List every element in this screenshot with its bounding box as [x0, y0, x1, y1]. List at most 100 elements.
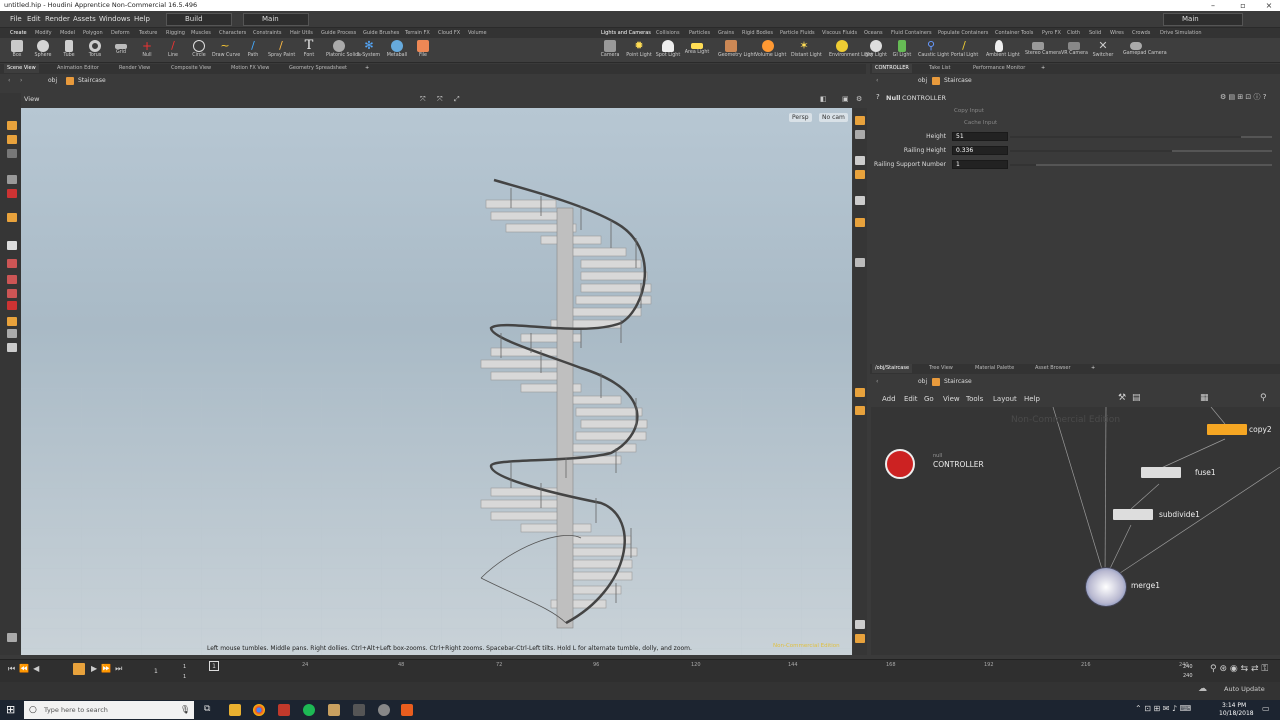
- shelf-tab[interactable]: Viscous Fluids: [822, 28, 857, 38]
- menu-view[interactable]: View: [943, 395, 960, 403]
- shelf-tab[interactable]: Particles: [689, 28, 710, 38]
- railing-support-slider[interactable]: [1010, 164, 1272, 166]
- tool-sky-light[interactable]: Sky Light: [863, 38, 889, 63]
- shade-icon[interactable]: [855, 170, 865, 179]
- shelf-tab[interactable]: Pyro FX: [1042, 28, 1061, 38]
- key-tools-icons[interactable]: ⚲ ⊛ ◉ ⇆ ⇄ ⚿: [1210, 664, 1268, 674]
- light-icon[interactable]: [855, 156, 865, 165]
- wire-icon[interactable]: [855, 218, 865, 227]
- shelf-tab[interactable]: Solid: [1089, 28, 1101, 38]
- tab-geometry-spreadsheet[interactable]: Geometry Spreadsheet: [286, 64, 351, 73]
- clock-time[interactable]: 3:14 PM: [1222, 702, 1246, 709]
- tool-sphere[interactable]: Sphere: [30, 38, 56, 63]
- view-tool-icon[interactable]: [7, 213, 17, 222]
- camera-menu[interactable]: No cam: [819, 113, 848, 122]
- tab-composite-view[interactable]: Composite View: [168, 64, 215, 73]
- tool-tube[interactable]: Tube: [56, 38, 82, 63]
- grid-view-icon[interactable]: ▦: [1200, 393, 1209, 403]
- tool-gi-light[interactable]: GI Light: [889, 38, 915, 63]
- tool-line[interactable]: / Line: [160, 38, 186, 63]
- vis-icon[interactable]: [855, 406, 865, 415]
- magnet2-tool-icon[interactable]: [7, 289, 17, 298]
- shelf-tab[interactable]: Volume: [468, 28, 487, 38]
- snap2-icon[interactable]: ⤧: [437, 95, 443, 104]
- tool-metaball[interactable]: Metaball: [384, 38, 410, 63]
- cache-input-checkbox[interactable]: Cache Input: [964, 120, 997, 126]
- shelf-tab[interactable]: Cloud FX: [438, 28, 460, 38]
- menu-help[interactable]: Help: [1024, 395, 1040, 403]
- shelf-tab[interactable]: Texture: [139, 28, 157, 38]
- tool-font[interactable]: T Font: [296, 38, 322, 63]
- path-obj[interactable]: obj: [48, 75, 57, 87]
- shelf-tab[interactable]: Collisions: [656, 28, 680, 38]
- frame-field[interactable]: 1: [154, 668, 158, 675]
- tool-switcher[interactable]: ✕ Switcher: [1090, 38, 1116, 63]
- microphone-icon[interactable]: 🎙: [180, 701, 190, 719]
- tray-icons[interactable]: ⌃ ⊡ ⊞ ✉ ♪ ⌨: [1135, 704, 1191, 713]
- tool-box[interactable]: Box: [4, 38, 30, 63]
- tab-scene-view[interactable]: Scene View: [4, 64, 39, 73]
- shelf-tab[interactable]: Rigid Bodies: [742, 28, 773, 38]
- sculpt-tool-icon[interactable]: [7, 317, 17, 326]
- menu-file[interactable]: File: [10, 11, 22, 28]
- shelf-tab[interactable]: Deform: [111, 28, 130, 38]
- lasso-tool-icon[interactable]: [7, 329, 17, 338]
- tool-distant-light[interactable]: ✶ Distant Light: [791, 38, 822, 63]
- tab-performance-monitor[interactable]: Performance Monitor: [970, 64, 1029, 73]
- spotify-icon[interactable]: [303, 704, 315, 716]
- network-editor[interactable]: Non-Commercial Edition null CONTROLLER c…: [871, 407, 1280, 655]
- add-tab-icon[interactable]: +: [1088, 364, 1099, 373]
- normal-icon[interactable]: [855, 258, 865, 267]
- tab-render-view[interactable]: Render View: [116, 64, 154, 73]
- tab-motion-fx-view[interactable]: Motion FX View: [228, 64, 273, 73]
- layout-icon[interactable]: [855, 634, 865, 643]
- folder-icon[interactable]: [328, 704, 340, 716]
- add-tab-icon[interactable]: +: [1038, 64, 1049, 73]
- app2-icon[interactable]: [378, 704, 390, 716]
- notifications-icon[interactable]: ▭: [1262, 704, 1270, 713]
- snap3-icon[interactable]: ⤢: [454, 95, 460, 104]
- menu-render[interactable]: Render: [45, 11, 70, 28]
- tool-stereo-camera[interactable]: Stereo Camera: [1025, 38, 1061, 63]
- cloud-icon[interactable]: ☁: [1198, 684, 1207, 694]
- tab-animation-editor[interactable]: Animation Editor: [54, 64, 102, 73]
- tool-path[interactable]: / Path: [240, 38, 266, 63]
- shelf-tab[interactable]: Drive Simulation: [1160, 28, 1202, 38]
- pin-icon[interactable]: ◧: [820, 95, 827, 103]
- railing-height-field[interactable]: 0.336: [952, 146, 1008, 155]
- tool-ambient-light[interactable]: Ambient Light: [986, 38, 1020, 63]
- shelf-tab[interactable]: Guide Process: [321, 28, 356, 38]
- path-node[interactable]: Staircase: [78, 75, 106, 87]
- shelf-tab[interactable]: Particle Fluids: [780, 28, 815, 38]
- tool-environment-light[interactable]: Environment Light: [829, 38, 873, 63]
- grid-toggle-icon[interactable]: [855, 388, 865, 397]
- shelf-tab[interactable]: Container Tools: [995, 28, 1033, 38]
- file-explorer-icon[interactable]: [229, 704, 241, 716]
- tool-camera[interactable]: Camera: [597, 38, 623, 63]
- lock-icon[interactable]: [855, 130, 865, 139]
- tool-lsystem[interactable]: ✻ L-System: [356, 38, 382, 63]
- brush-tool-icon[interactable]: [7, 241, 17, 250]
- timeline-ruler[interactable]: 1 24 48 72 96 120 144 168 192 216 240: [195, 660, 1195, 676]
- menu-edit[interactable]: Edit: [904, 395, 918, 403]
- tool-file[interactable]: File: [410, 38, 436, 63]
- copy-input-checkbox[interactable]: Copy Input: [954, 108, 984, 114]
- play-controls[interactable]: ▶⏩⏭: [91, 664, 126, 674]
- shelf-tab[interactable]: Create: [10, 28, 27, 38]
- desktop-selector-build[interactable]: Build: [166, 13, 232, 26]
- pose-tool-icon[interactable]: [7, 175, 17, 184]
- path-node[interactable]: Staircase: [944, 75, 972, 87]
- tool-volume-light[interactable]: Volume Light: [755, 38, 786, 63]
- tool-spray-paint[interactable]: / Spray Paint: [268, 38, 295, 63]
- help-icon[interactable]: ?: [876, 93, 880, 101]
- select-tool-icon[interactable]: [7, 121, 17, 130]
- tool-platonic[interactable]: Platonic Solids: [326, 38, 361, 63]
- paint-tool-icon[interactable]: [7, 275, 17, 284]
- auto-update-menu[interactable]: Auto Update: [1224, 685, 1265, 693]
- shelf-tab[interactable]: Rigging: [166, 28, 185, 38]
- node-name[interactable]: CONTROLLER: [902, 94, 946, 102]
- tool-gamepad-camera[interactable]: Gamepad Camera: [1123, 38, 1167, 63]
- path-node[interactable]: Staircase: [944, 376, 972, 388]
- shelf-tab[interactable]: Polygon: [83, 28, 103, 38]
- tool-portal-light[interactable]: / Portal Light: [951, 38, 978, 63]
